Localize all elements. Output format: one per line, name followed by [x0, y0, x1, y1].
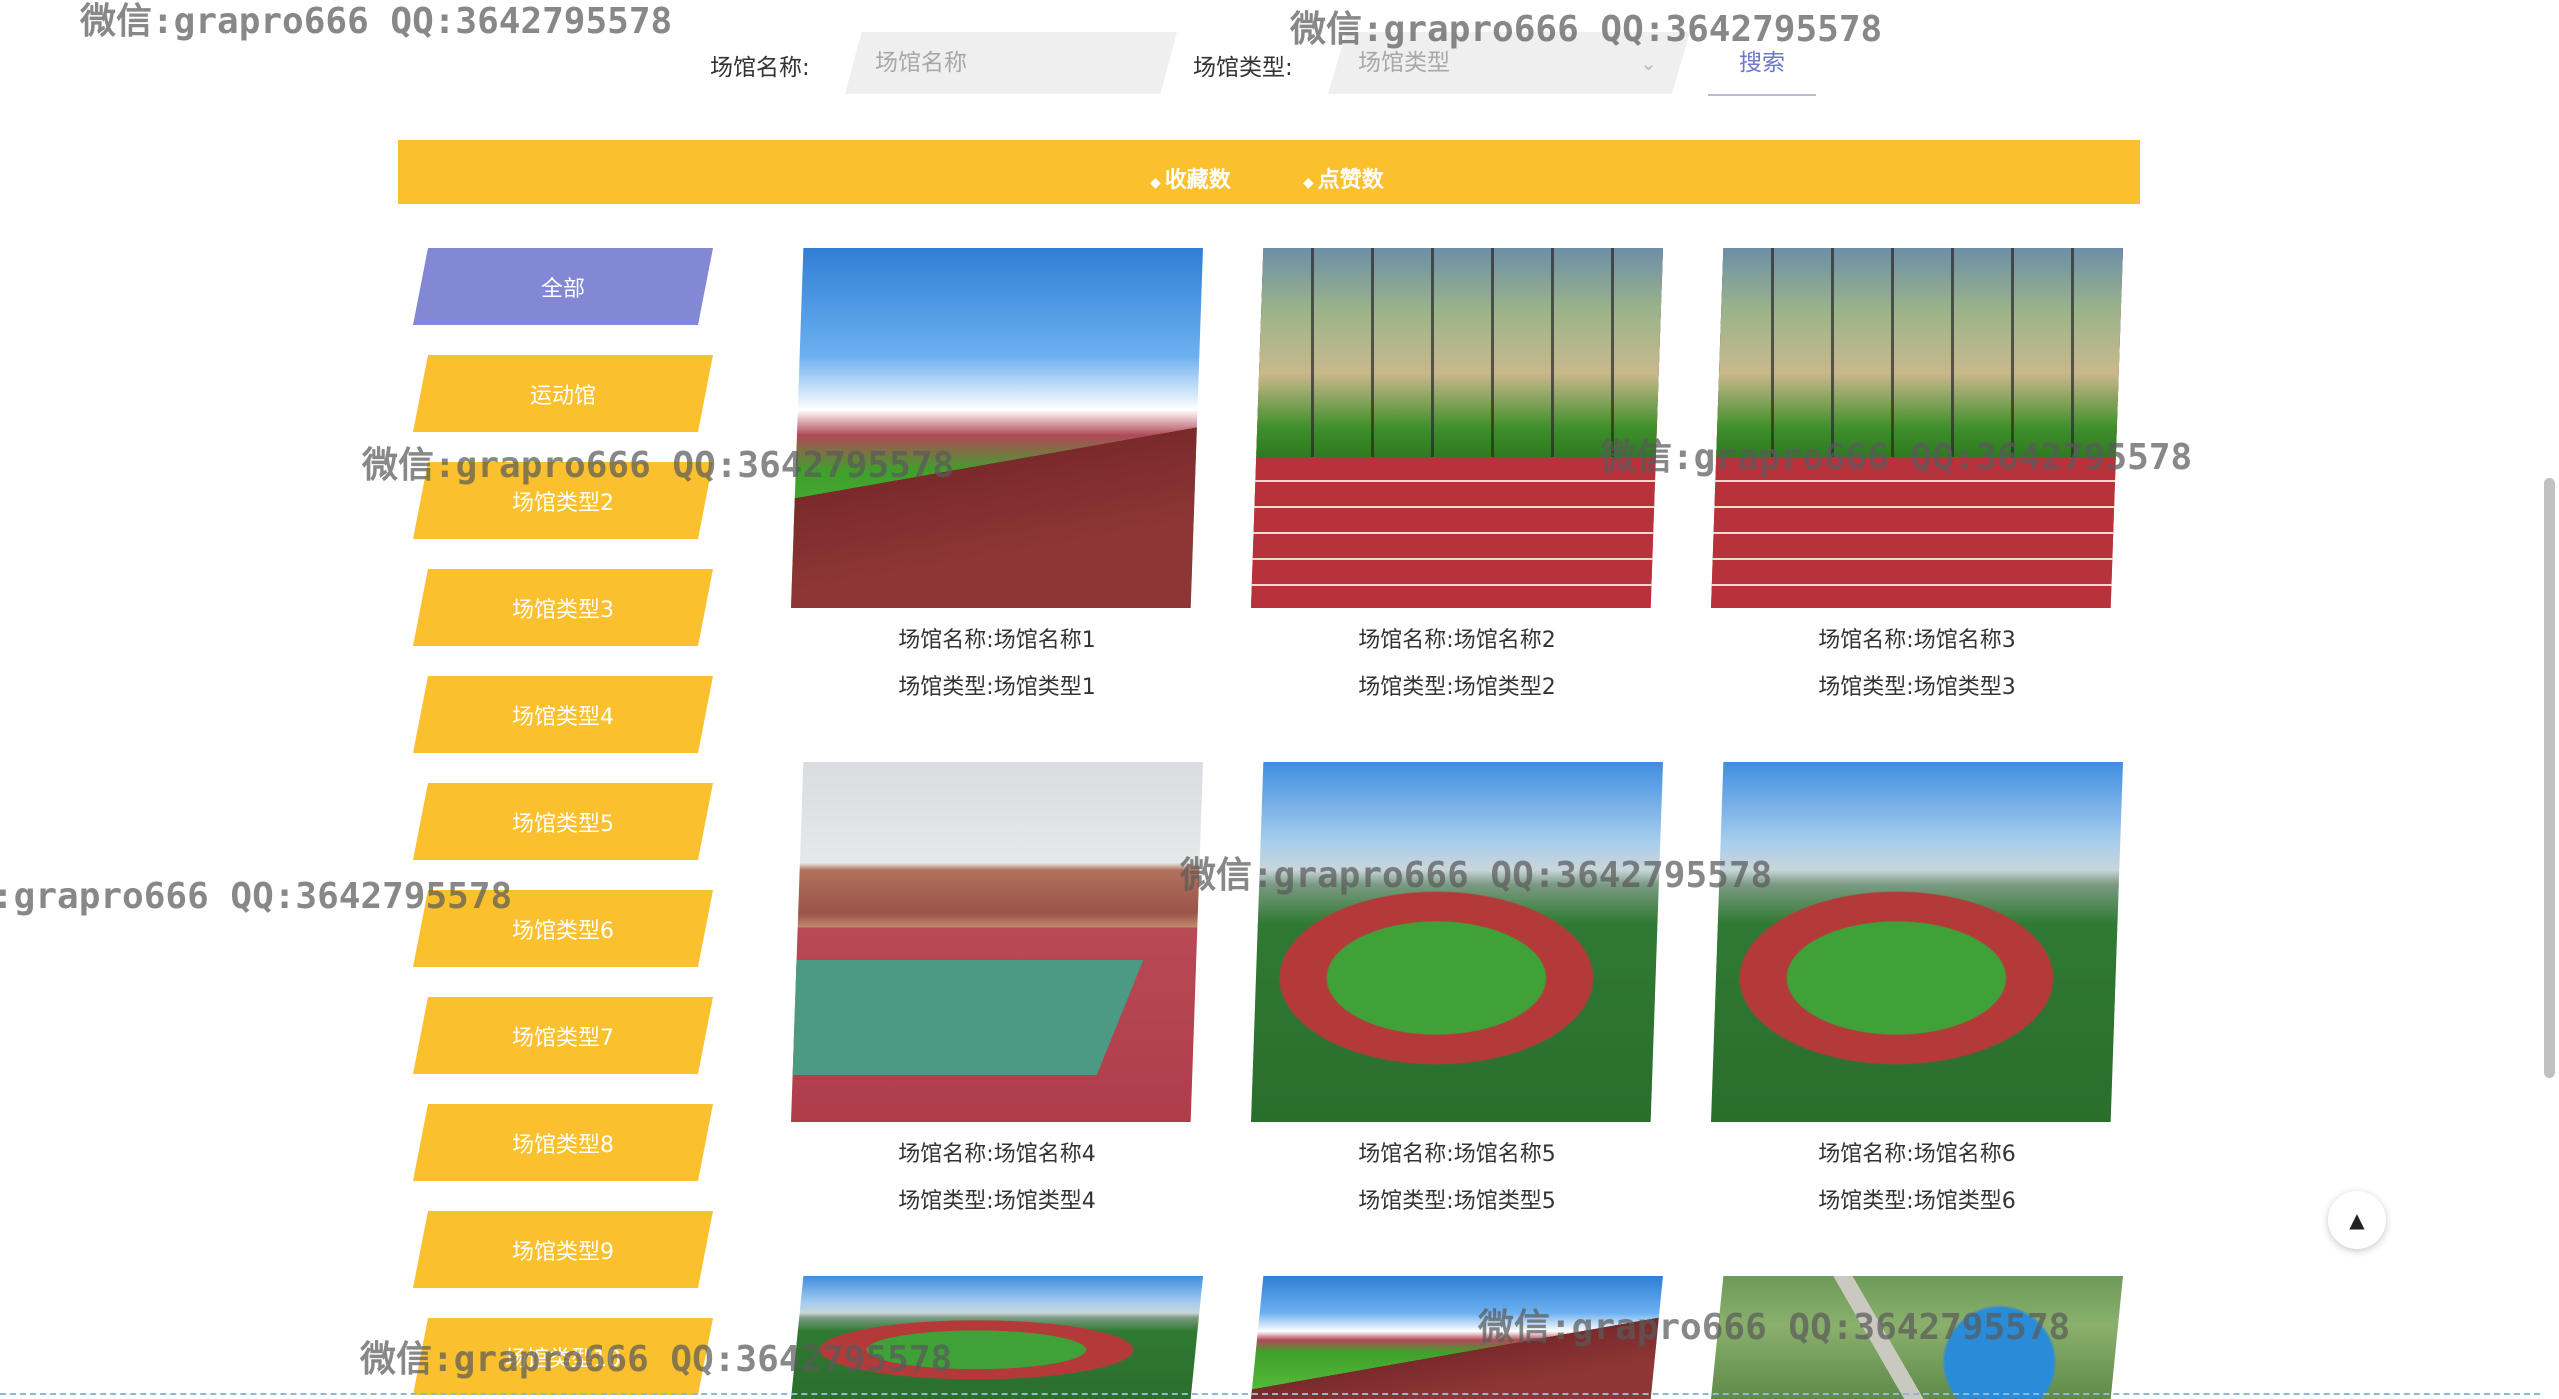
watermark: 微信:grapro666 QQ:3642795578	[1180, 855, 1773, 896]
venue-image[interactable]	[791, 248, 1203, 608]
sort-favorites-label: 收藏数	[1164, 168, 1231, 193]
watermark: :grapro666 QQ:3642795578	[0, 876, 513, 917]
venue-type-placeholder: 场馆类型	[1358, 50, 1450, 76]
watermark: 微信:grapro666 QQ:3642795578	[80, 1, 673, 42]
venue-name: 场馆名称:场馆名称5	[1358, 1142, 1556, 1167]
venue-type: 场馆类型:场馆类型1	[898, 675, 1096, 700]
scrollbar-track[interactable]	[2540, 0, 2559, 1399]
venue-image[interactable]	[1711, 762, 2123, 1122]
category-item[interactable]: 场馆类型8	[413, 1104, 713, 1181]
venue-name: 场馆名称:场馆名称6	[1818, 1142, 2016, 1167]
category-item[interactable]: 场馆类型3	[413, 569, 713, 646]
venue-name: 场馆名称:场馆名称2	[1358, 628, 1556, 653]
watermark: 微信:grapro666 QQ:3642795578	[360, 1339, 953, 1380]
sort-icon: ◆	[1303, 175, 1314, 191]
category-item[interactable]: 运动馆	[413, 355, 713, 432]
category-item[interactable]: 场馆类型4	[413, 676, 713, 753]
watermark: 微信:grapro666 QQ:3642795578	[1290, 9, 1883, 50]
venue-card[interactable]: 场馆名称:场馆名称6 场馆类型:场馆类型6	[1711, 762, 2123, 1225]
sort-favorites-button[interactable]: ◆ 收藏数	[1150, 162, 1231, 194]
venue-name: 场馆名称:场馆名称3	[1818, 628, 2016, 653]
watermark: 微信:grapro666 QQ:3642795578	[1600, 437, 2193, 478]
venue-name-label: 场馆名称:	[710, 55, 810, 81]
venue-card[interactable]: 场馆名称:场馆名称4 场馆类型:场馆类型4	[791, 762, 1203, 1225]
sort-bar: ◆ 收藏数 ◆ 点赞数	[398, 140, 2140, 204]
venue-type: 场馆类型:场馆类型5	[1358, 1189, 1556, 1214]
venue-image[interactable]	[1251, 762, 1663, 1122]
category-item[interactable]: 场馆类型9	[413, 1211, 713, 1288]
watermark: 微信:grapro666 QQ:3642795578	[1478, 1307, 2071, 1348]
sort-icon: ◆	[1150, 175, 1161, 191]
venue-type: 场馆类型:场馆类型3	[1818, 675, 2016, 700]
watermark: 微信:grapro666 QQ:3642795578	[362, 445, 955, 486]
venue-name: 场馆名称:场馆名称1	[898, 628, 1096, 653]
category-item[interactable]: 场馆类型7	[413, 997, 713, 1074]
venue-type-label: 场馆类型:	[1193, 55, 1293, 81]
venue-image[interactable]	[791, 762, 1203, 1122]
back-to-top-button[interactable]: ▲	[2328, 1191, 2386, 1249]
venue-name: 场馆名称:场馆名称4	[898, 1142, 1096, 1167]
sort-likes-button[interactable]: ◆ 点赞数	[1303, 162, 1384, 194]
sort-likes-label: 点赞数	[1317, 168, 1384, 193]
category-all[interactable]: 全部	[413, 248, 713, 325]
scrollbar-thumb[interactable]	[2544, 478, 2555, 1078]
venue-name-input[interactable]: 场馆名称	[845, 32, 1177, 94]
arrow-up-icon: ▲	[2349, 1208, 2365, 1232]
category-item[interactable]: 场馆类型5	[413, 783, 713, 860]
venue-card[interactable]: 场馆名称:场馆名称5 场馆类型:场馆类型5	[1251, 762, 1663, 1225]
venue-type: 场馆类型:场馆类型2	[1358, 675, 1556, 700]
bottom-dashed-divider	[0, 1393, 2540, 1395]
venue-type: 场馆类型:场馆类型6	[1818, 1189, 2016, 1214]
venue-type: 场馆类型:场馆类型4	[898, 1189, 1096, 1214]
